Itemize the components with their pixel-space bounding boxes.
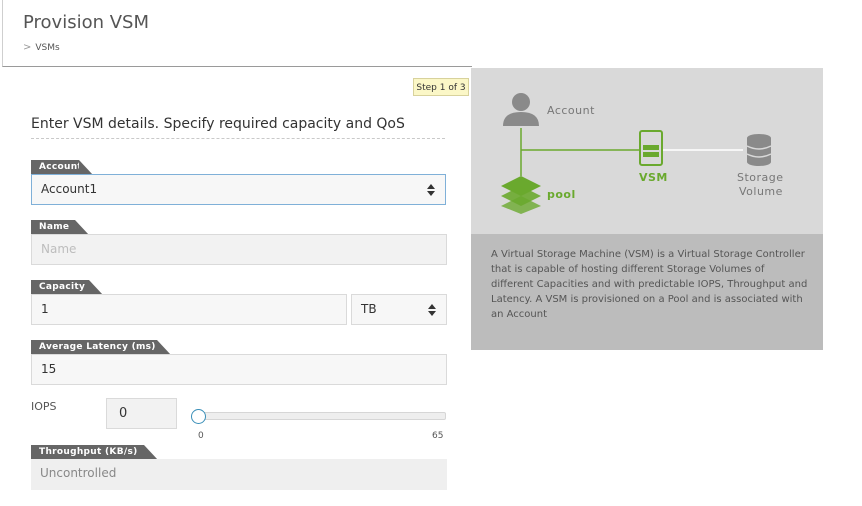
- iops-slider-min: 0: [198, 431, 204, 441]
- latency-label: Average Latency (ms): [31, 340, 171, 355]
- section-divider: [31, 138, 445, 139]
- name-label: Name: [31, 220, 89, 235]
- iops-label: IOPS: [31, 400, 57, 413]
- capacity-input[interactable]: 1: [31, 294, 347, 325]
- capacity-unit-select[interactable]: TB: [351, 294, 447, 325]
- diagram-storage-label: Storage: [737, 171, 784, 184]
- diagram-vsm-label: VSM: [639, 171, 668, 184]
- diagram-volume-label: Volume: [739, 185, 783, 198]
- storage-volume-icon: [746, 134, 772, 166]
- description-panel: A Virtual Storage Machine (VSM) is a Vir…: [471, 234, 823, 350]
- select-arrows-icon: [427, 184, 435, 196]
- select-arrows-icon: [428, 304, 436, 316]
- diagram-graphic: [501, 93, 772, 214]
- page-header: Provision VSM > VSMs: [2, 0, 472, 67]
- account-select-value: Account1: [41, 182, 98, 196]
- account-select[interactable]: Account1: [31, 174, 446, 205]
- breadcrumb: > VSMs: [23, 42, 60, 53]
- iops-input[interactable]: 0: [106, 398, 177, 429]
- iops-slider-handle[interactable]: [191, 409, 206, 424]
- capacity-unit-value: TB: [361, 302, 377, 316]
- vsm-server-icon: [639, 130, 663, 166]
- chevron-right-icon: >: [23, 42, 32, 53]
- iops-slider-track[interactable]: [200, 412, 446, 420]
- diagram-account-label: Account: [547, 104, 595, 117]
- user-icon: [503, 93, 539, 126]
- section-title: Enter VSM details. Specify required capa…: [31, 116, 405, 132]
- throughput-label: Throughput (KB/s): [31, 445, 158, 460]
- iops-slider-max: 65: [432, 431, 444, 441]
- latency-input[interactable]: 15: [31, 354, 447, 385]
- capacity-label: Capacity: [31, 280, 103, 295]
- name-input[interactable]: Name: [31, 234, 447, 265]
- diagram-pool-label: pool: [547, 188, 576, 201]
- throughput-input[interactable]: Uncontrolled: [31, 459, 447, 490]
- vsm-description: A Virtual Storage Machine (VSM) is a Vir…: [491, 249, 808, 320]
- vsm-diagram: Account pool VSM Storage Volume: [471, 68, 823, 234]
- account-label: Account: [31, 160, 93, 175]
- page-title: Provision VSM: [23, 12, 149, 33]
- step-indicator: Step 1 of 3: [413, 78, 469, 96]
- pool-layers-icon: [501, 176, 541, 214]
- breadcrumb-vsms-link[interactable]: VSMs: [35, 43, 59, 53]
